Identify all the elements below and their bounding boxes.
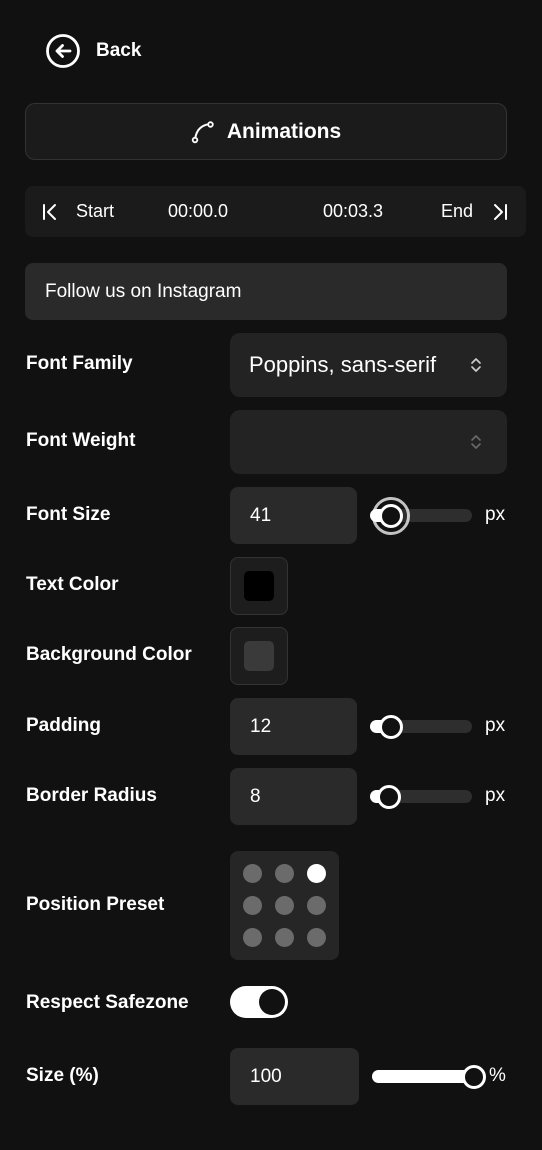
preset-top-left[interactable] — [243, 864, 262, 883]
preset-bottom-left[interactable] — [243, 928, 262, 947]
padding-label: Padding — [26, 715, 101, 736]
font-family-value: Poppins, sans-serif — [249, 352, 437, 377]
slider-knob[interactable] — [377, 784, 402, 809]
back-button[interactable]: Back — [46, 34, 141, 68]
slider-knob[interactable] — [379, 714, 404, 739]
background-color-swatch — [244, 641, 274, 671]
font-family-select[interactable]: Poppins, sans-serif — [230, 333, 507, 397]
size-label: Size (%) — [26, 1065, 99, 1086]
curve-path-icon — [191, 120, 214, 143]
preset-middle-center[interactable] — [275, 896, 294, 915]
border-radius-input[interactable]: 8 — [230, 768, 357, 825]
border-radius-slider[interactable] — [370, 784, 472, 809]
padding-input[interactable]: 12 — [230, 698, 357, 755]
size-unit: % — [489, 1065, 506, 1086]
size-slider[interactable] — [372, 1064, 486, 1089]
text-color-swatch — [244, 571, 274, 601]
preset-top-right[interactable] — [307, 864, 326, 883]
slider-knob[interactable] — [462, 1064, 486, 1089]
toggle-knob — [259, 989, 285, 1015]
padding-slider[interactable] — [370, 714, 472, 739]
font-size-label: Font Size — [26, 504, 111, 525]
font-size-slider[interactable] — [370, 496, 472, 535]
font-weight-select[interactable] — [230, 410, 507, 474]
end-label[interactable]: End — [441, 186, 473, 237]
text-color-label: Text Color — [26, 574, 119, 595]
animations-button[interactable]: Animations — [25, 103, 507, 160]
chevron-up-down-icon — [471, 358, 481, 372]
skip-to-start-icon[interactable] — [41, 186, 59, 237]
slider-knob[interactable] — [379, 503, 404, 528]
preset-bottom-right[interactable] — [307, 928, 326, 947]
background-color-picker[interactable] — [230, 627, 288, 685]
preset-middle-left[interactable] — [243, 896, 262, 915]
border-radius-unit: px — [485, 785, 506, 806]
slider-fill — [372, 1070, 474, 1083]
respect-safezone-label: Respect Safezone — [26, 992, 189, 1013]
padding-unit: px — [485, 715, 506, 736]
position-preset-grid — [230, 851, 339, 960]
position-preset-label: Position Preset — [26, 894, 165, 915]
font-size-unit: px — [485, 504, 506, 525]
animations-label: Animations — [226, 119, 342, 143]
arrow-left-circle-icon — [46, 34, 80, 68]
skip-to-end-icon[interactable] — [491, 186, 509, 237]
start-label[interactable]: Start — [76, 186, 114, 237]
background-color-label: Background Color — [26, 644, 192, 665]
respect-safezone-toggle[interactable] — [230, 986, 288, 1018]
text-content-input[interactable]: Follow us on Instagram — [25, 263, 507, 320]
font-size-input[interactable]: 41 — [230, 487, 357, 544]
start-time: 00:00.0 — [168, 201, 229, 221]
font-family-label: Font Family — [26, 353, 133, 374]
text-color-picker[interactable] — [230, 557, 288, 615]
preset-top-center[interactable] — [275, 864, 294, 883]
size-input[interactable]: 100 — [230, 1048, 359, 1105]
end-time: 00:03.3 — [323, 201, 384, 221]
preset-bottom-center[interactable] — [275, 928, 294, 947]
preset-middle-right[interactable] — [307, 896, 326, 915]
font-weight-label: Font Weight — [26, 430, 136, 451]
back-label: Back — [96, 40, 142, 61]
timeline-bar: Start 00:00.0 00:03.3 End — [25, 186, 526, 237]
chevron-up-down-icon — [471, 435, 481, 449]
border-radius-label: Border Radius — [26, 785, 157, 806]
